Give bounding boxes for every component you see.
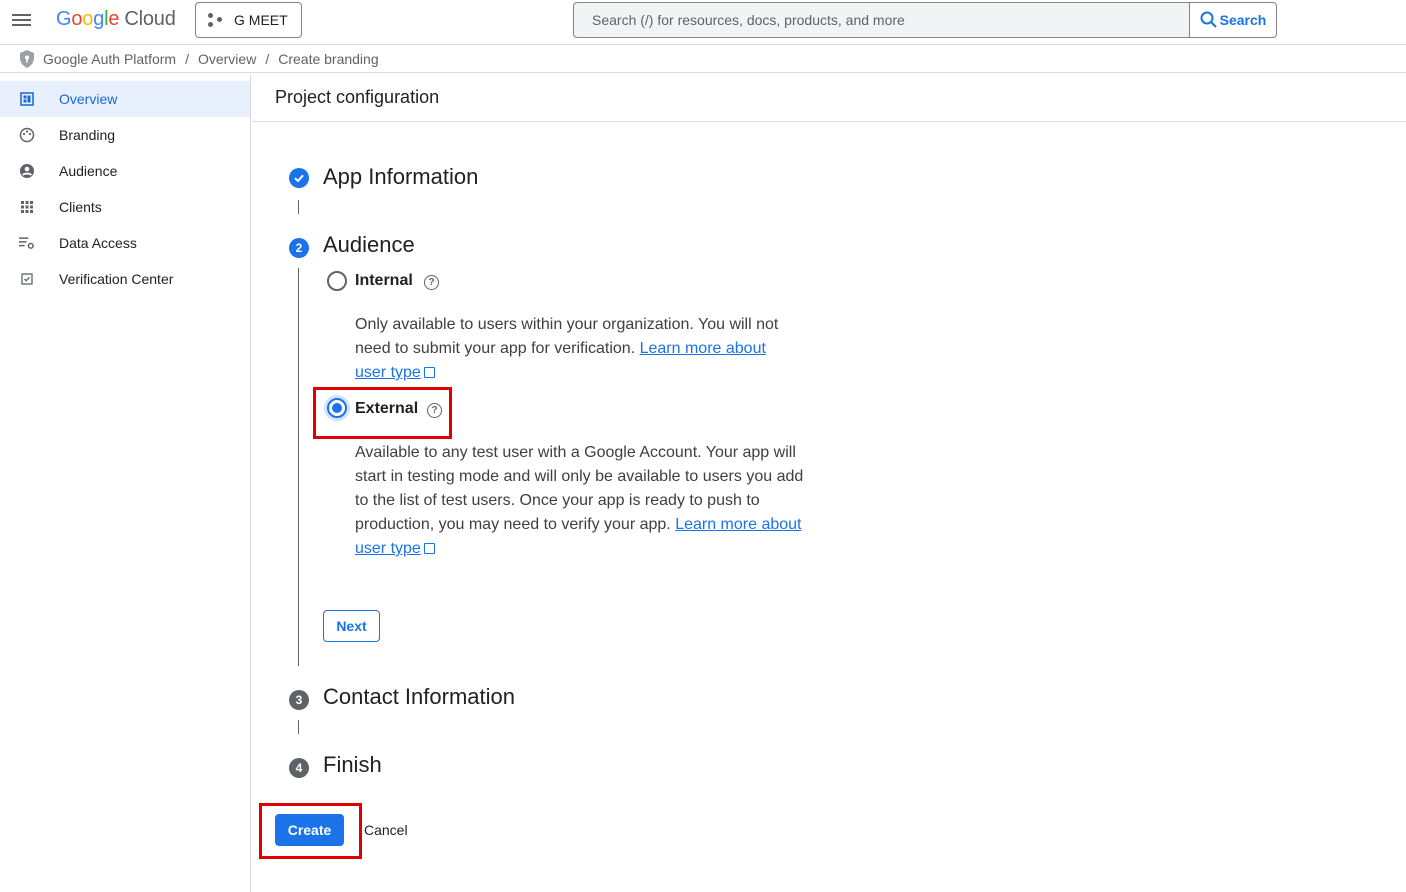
page-title: Project configuration xyxy=(252,74,1406,122)
step-title-app-information[interactable]: App Information xyxy=(323,164,478,190)
step-number-badge: 2 xyxy=(289,238,309,258)
breadcrumb-separator: / xyxy=(185,50,189,67)
sidebar: Overview Branding Audience Clients Data … xyxy=(0,74,251,892)
sidebar-item-overview[interactable]: Overview xyxy=(0,81,250,117)
cancel-button[interactable]: Cancel xyxy=(364,822,408,838)
search-button-label: Search xyxy=(1219,12,1267,28)
sidebar-item-audience[interactable]: Audience xyxy=(0,153,250,189)
sidebar-item-data-access[interactable]: Data Access xyxy=(0,225,250,261)
checkbox-icon xyxy=(19,271,35,287)
project-nodes-icon xyxy=(208,12,224,28)
step-title-finish[interactable]: Finish xyxy=(323,752,382,778)
next-button[interactable]: Next xyxy=(323,610,380,642)
step-connector xyxy=(298,268,299,666)
menu-icon[interactable] xyxy=(12,10,34,32)
search-input[interactable] xyxy=(574,3,1189,37)
sidebar-item-label: Audience xyxy=(59,163,118,179)
google-cloud-logo[interactable]: Google Cloud xyxy=(56,8,176,31)
sidebar-item-verification-center[interactable]: Verification Center xyxy=(0,261,250,297)
project-name: G MEET xyxy=(234,12,288,28)
breadcrumb: Google Auth Platform / Overview / Create… xyxy=(0,45,1406,73)
step-number-badge: 3 xyxy=(289,690,309,710)
step-connector xyxy=(298,720,299,734)
sidebar-item-branding[interactable]: Branding xyxy=(0,117,250,153)
external-description: Available to any test user with a Google… xyxy=(355,441,805,561)
internal-radio[interactable] xyxy=(327,271,347,291)
step-connector xyxy=(298,200,299,214)
apps-grid-icon xyxy=(19,199,35,215)
palette-icon xyxy=(19,127,35,143)
person-icon xyxy=(19,163,35,179)
step-complete-check-icon xyxy=(289,168,309,188)
search-bar: Search xyxy=(573,2,1277,38)
sidebar-item-clients[interactable]: Clients xyxy=(0,189,250,225)
breadcrumb-item-overview[interactable]: Overview xyxy=(198,51,256,67)
external-link-icon xyxy=(423,543,435,554)
internal-label[interactable]: Internal xyxy=(355,272,413,290)
breadcrumb-item-create-branding: Create branding xyxy=(278,50,379,67)
breadcrumb-separator: / xyxy=(265,50,270,67)
breadcrumb-item-auth-platform[interactable]: Google Auth Platform xyxy=(43,51,176,67)
search-icon xyxy=(1200,11,1217,28)
step-title-audience[interactable]: Audience xyxy=(323,232,415,258)
list-settings-icon xyxy=(19,235,35,251)
sidebar-item-label: Branding xyxy=(59,127,116,143)
step-title-contact-information[interactable]: Contact Information xyxy=(323,684,515,710)
top-bar: Google Cloud G MEET Search xyxy=(0,0,1406,45)
step-number-badge: 4 xyxy=(289,758,309,778)
sidebar-item-label: Verification Center xyxy=(59,271,174,287)
project-picker-button[interactable]: G MEET xyxy=(195,2,302,38)
sidebar-item-label: Data Access xyxy=(59,235,137,251)
sidebar-item-label: Clients xyxy=(59,199,102,215)
highlight-box xyxy=(259,803,362,859)
internal-help-icon[interactable]: ? xyxy=(424,275,439,290)
highlight-box xyxy=(313,387,452,439)
internal-description: Only available to users within your orga… xyxy=(355,313,795,385)
main-content: Project configuration App Information 2 … xyxy=(252,74,1406,892)
external-link-icon xyxy=(423,367,435,378)
search-button[interactable]: Search xyxy=(1189,3,1276,37)
sidebar-item-label: Overview xyxy=(59,91,118,107)
dashboard-icon xyxy=(19,91,35,107)
shield-icon xyxy=(20,49,34,68)
